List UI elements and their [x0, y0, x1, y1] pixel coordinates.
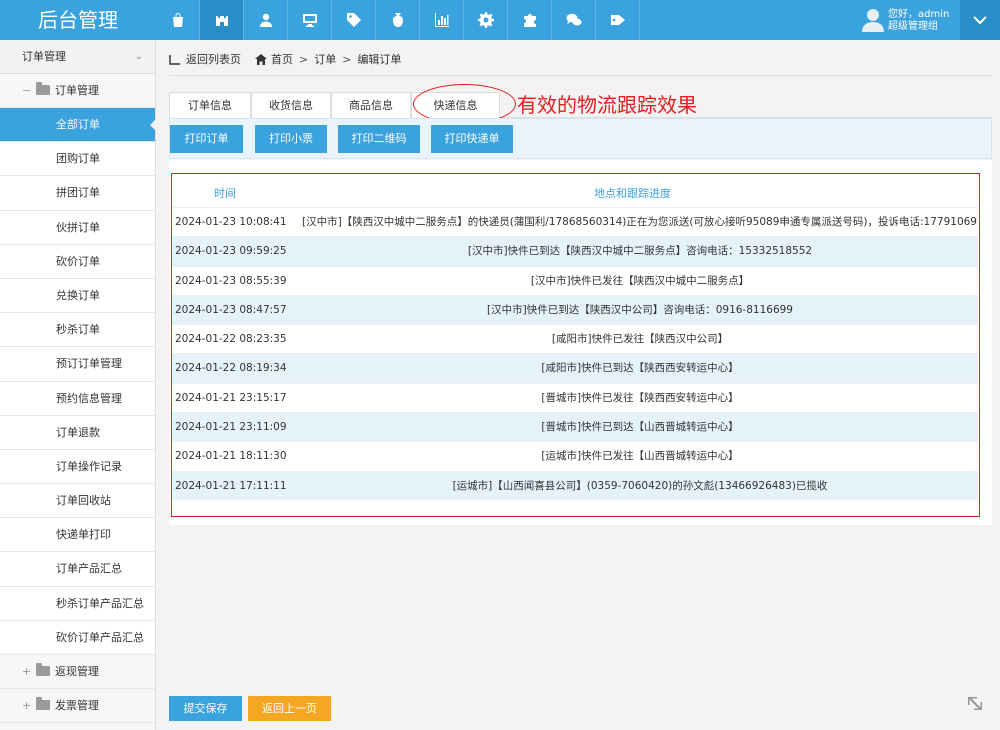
brand-title: 后台管理: [38, 8, 118, 32]
plus-icon: +: [22, 665, 32, 678]
castle-icon[interactable]: [200, 0, 244, 40]
sidebar-item[interactable]: 砍价订单: [0, 244, 155, 279]
print-waybill-button[interactable]: 打印快递单: [431, 125, 513, 153]
print-order-button[interactable]: 打印订单: [170, 125, 243, 153]
sidebar-group-cashback[interactable]: + 返现管理: [0, 655, 155, 689]
tab-product-info[interactable]: 商品信息: [331, 92, 411, 118]
sidebar-header[interactable]: 订单管理 ⌄: [0, 40, 155, 74]
sidebar-item[interactable]: 砍价订单产品汇总: [0, 620, 155, 655]
sidebar-item[interactable]: 订单退款: [0, 415, 155, 450]
sidebar-item[interactable]: 订单操作记录: [0, 449, 155, 485]
plus-icon: +: [22, 699, 32, 712]
sidebar-item[interactable]: 拼团订单: [0, 176, 155, 211]
back-arrow-icon: [169, 54, 180, 65]
avatar: [862, 9, 884, 32]
user-greeting: 您好，admin: [888, 9, 950, 20]
sidebar-item[interactable]: 订单产品汇总: [0, 552, 155, 587]
sidebar-item[interactable]: 伙拼订单: [0, 210, 155, 245]
chevron-down-icon: ⌄: [134, 51, 143, 62]
monitor-icon[interactable]: [288, 0, 332, 40]
back-to-list-link[interactable]: 返回列表页: [186, 51, 241, 67]
bar-chart-icon[interactable]: [420, 0, 464, 40]
print-qrcode-button[interactable]: 打印二维码: [338, 125, 420, 153]
divider: [169, 75, 992, 76]
puzzle-icon[interactable]: [508, 0, 552, 40]
folder-icon: [36, 697, 50, 710]
sidebar: 订单管理 ⌄ − 订单管理 全部订单 团购订单 拼团订单 伙拼订单 砍价订单 兑换订单 秒杀订…: [0, 40, 156, 730]
user-role: 超级管理组: [888, 21, 938, 32]
folder-icon: [36, 663, 50, 676]
top-bar: 后台管理 您好，admin 超级管理组: [0, 0, 1000, 40]
print-receipt-button[interactable]: 打印小票: [255, 125, 327, 153]
sidebar-item[interactable]: 秒杀订单: [0, 313, 155, 348]
sidebar-item[interactable]: 快递单打印: [0, 518, 155, 553]
user-icon[interactable]: [244, 0, 288, 40]
sidebar-group-invoice[interactable]: + 发票管理: [0, 689, 155, 723]
chevron-right-icon: >: [299, 52, 309, 66]
label-icon[interactable]: [596, 0, 640, 40]
sidebar-group-label: 订单管理: [55, 84, 99, 97]
breadcrumb-home[interactable]: 首页: [271, 51, 293, 67]
tag-icon[interactable]: [332, 0, 376, 40]
gear-icon[interactable]: [464, 0, 508, 40]
sidebar-item[interactable]: 预订订单管理: [0, 347, 155, 382]
tab-order-info[interactable]: 订单信息: [169, 92, 251, 118]
sidebar-item[interactable]: 订单回收站: [0, 484, 155, 519]
annotation-frame: [171, 173, 980, 517]
annotation-text: 有效的物流跟踪效果: [517, 93, 697, 117]
sidebar-item[interactable]: 团购订单: [0, 142, 155, 177]
folder-icon: [36, 82, 50, 95]
sidebar-group-label: 发票管理: [55, 699, 99, 712]
chat-icon[interactable]: [552, 0, 596, 40]
minus-icon: −: [22, 84, 32, 97]
chevron-right-icon: >: [342, 52, 352, 66]
sidebar-group-label: 返现管理: [55, 665, 99, 678]
home-icon: [255, 53, 267, 65]
chevron-down-icon[interactable]: [960, 0, 1000, 40]
sidebar-item[interactable]: 秒杀订单产品汇总: [0, 586, 155, 621]
money-bag-icon[interactable]: [376, 0, 420, 40]
go-back-button[interactable]: 返回上一页: [248, 696, 331, 721]
sidebar-item[interactable]: 兑换订单: [0, 278, 155, 314]
bag-icon[interactable]: [156, 0, 200, 40]
top-nav: [156, 0, 640, 40]
submit-save-button[interactable]: 提交保存: [169, 696, 242, 721]
breadcrumb: 返回列表页 首页 > 订单 > 编辑订单: [169, 48, 401, 70]
breadcrumb-order[interactable]: 订单: [314, 51, 336, 67]
sidebar-item[interactable]: 全部订单: [0, 108, 156, 143]
sidebar-item[interactable]: 预约信息管理: [0, 381, 155, 416]
tab-shipping-info[interactable]: 收货信息: [251, 92, 331, 118]
sidebar-group-order[interactable]: − 订单管理: [0, 74, 155, 108]
print-toolbar: 打印订单 打印小票 打印二维码 打印快递单: [169, 118, 992, 159]
breadcrumb-edit-order: 编辑订单: [357, 53, 402, 66]
user-box[interactable]: 您好，admin 超级管理组: [856, 0, 960, 40]
expand-icon[interactable]: [966, 695, 984, 713]
sidebar-header-label: 订单管理: [22, 50, 66, 63]
